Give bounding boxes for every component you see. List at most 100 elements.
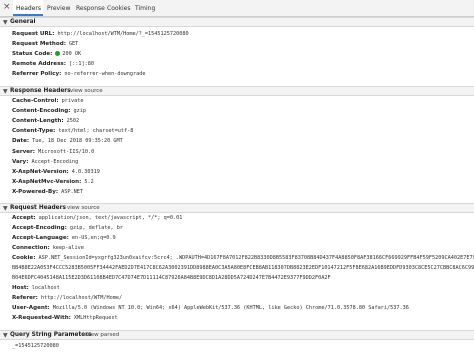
header-value: gzip, deflate, br: [69, 225, 123, 231]
caret-down-icon: ▼: [3, 205, 8, 212]
header-value: http://localhost/WTM/Home/: [40, 295, 123, 301]
tab-preview[interactable]: Preview: [47, 0, 70, 16]
header-name: Connection:: [12, 245, 50, 251]
header-name: Content-Length:: [12, 118, 64, 125]
request-header-row: Accept: application/json, text/javascript…: [12, 214, 182, 223]
header-value: B04E6DFC4045148A115E2D3D61108B4ED7C47D74…: [12, 275, 331, 281]
header-name: Referer:: [12, 295, 38, 301]
response-header-row: Content-Type: text/html; charset=utf-8: [12, 127, 133, 136]
header-name: Status Code:: [12, 50, 53, 57]
header-name: Host:: [12, 285, 29, 291]
header-name: User-Agent:: [12, 305, 50, 311]
request-headers-section-header[interactable]: ▼ Request Headers view source: [0, 203, 474, 213]
header-name: Request Method:: [12, 40, 66, 47]
header-value: GET: [68, 40, 79, 47]
request-header-row: Cookie: ASP.NET_SessionId=yxgrfg323un0xai…: [12, 254, 474, 263]
response-header-row: X-AspNet-Version: 4.0.30319: [12, 168, 100, 177]
response-header-row: Date: Tue, 18 Dec 2018 09:35:20 GMT: [12, 137, 123, 146]
header-value: ASP.NET_SessionId=yxgrfg323un0xaifcv:5cr…: [38, 255, 474, 261]
header-name: Content-Type:: [12, 128, 56, 135]
header-value: 5.2: [84, 178, 94, 185]
header-value: 4.0.30319: [71, 168, 100, 175]
header-value: Accept-Encoding: [31, 158, 79, 165]
header-value: private: [61, 98, 84, 104]
header-value: Tue, 18 Dec 2018 09:35:20 GMT: [32, 138, 123, 145]
tab-timing[interactable]: Timing: [135, 0, 155, 16]
header-value: XMLHttpRequest: [73, 315, 118, 321]
tab-cookies[interactable]: Cookies: [107, 0, 131, 16]
header-value: 2502: [66, 118, 80, 125]
query-header-row: _=1545125720080: [12, 342, 59, 351]
header-name: Accept-Encoding:: [12, 225, 67, 231]
response-header-row: Content-Length: 2502: [12, 117, 79, 126]
query-string-section-header[interactable]: ▼ Query String Parameters view parsed: [0, 330, 474, 340]
request-header-row: X-Requested-With: XMLHttpRequest: [12, 314, 118, 323]
header-value: localhost: [31, 285, 60, 291]
general-header-row: Referrer Policy: no-referrer-when-downgra…: [12, 70, 146, 79]
general-header-row: Request URL: http://localhost/WTM/Home/?_…: [12, 30, 189, 39]
response-header-row: Cache-Control: private: [12, 97, 84, 106]
caret-down-icon: ▼: [3, 88, 8, 95]
header-value: Mozilla/5.0 (Windows NT 10.0; Win64; x64…: [52, 305, 409, 311]
header-value: no-referrer-when-downgrade: [64, 70, 146, 77]
header-name: Content-Encoding:: [12, 108, 71, 115]
header-name: Date:: [12, 138, 30, 145]
header-name: Request URL:: [12, 31, 55, 37]
request-view-source-link[interactable]: view source: [67, 204, 100, 213]
header-name: Accept:: [12, 215, 36, 221]
header-name: Remote Address:: [12, 60, 66, 67]
request-header-row: Accept-Language: en-US,en;q=0.9: [12, 234, 116, 243]
request-header-row: B04E6DFC4045148A115E2D3D61108B4ED7C47D74…: [12, 274, 331, 283]
header-name: X-Requested-With:: [12, 315, 71, 321]
response-headers-section-header[interactable]: ▼ Response Headers view source: [0, 86, 474, 96]
tab-bar: × Headers Preview Response Cookies Timin…: [0, 0, 474, 17]
header-value: en-US,en;q=0.9: [71, 235, 116, 241]
request-header-row: BB4B8E22A053F4CCC5283B5005FF34442FAED2D7…: [12, 264, 474, 273]
request-header-row: Accept-Encoding: gzip, deflate, br: [12, 224, 123, 233]
header-value: [::1]:80: [68, 60, 94, 67]
response-view-source-link[interactable]: view source: [70, 87, 103, 96]
query-string-section-title: Query String Parameters: [10, 332, 92, 338]
general-header-row: Status Code: 200 OK: [12, 50, 81, 59]
header-name: Vary:: [12, 158, 29, 165]
tab-headers[interactable]: Headers: [13, 0, 43, 16]
header-value: keep-alive: [52, 245, 84, 251]
header-name: Cookie:: [12, 255, 36, 261]
general-header-row: Request Method: GET: [12, 40, 78, 49]
header-name: X-AspNet-Version:: [12, 168, 69, 175]
request-headers-section-title: Request Headers: [10, 205, 66, 211]
close-icon[interactable]: ×: [3, 3, 11, 12]
request-header-row: Host: localhost: [12, 284, 60, 293]
header-value: BB4B8E22A053F4CCC5283B5005FF34442FAED2D7…: [12, 265, 474, 271]
header-value: ASP.NET: [61, 188, 83, 195]
header-value: 200 OK: [62, 50, 82, 57]
header-value: application/json, text/javascript, */*; …: [38, 215, 183, 221]
header-name: Server:: [12, 148, 36, 155]
response-header-row: Content-Encoding: gzip: [12, 107, 86, 116]
request-header-row: User-Agent: Mozilla/5.0 (Windows NT 10.0;…: [12, 304, 409, 313]
header-name: Cache-Control:: [12, 98, 59, 104]
header-name: X-Powered-By:: [12, 188, 59, 195]
header-value: gzip: [73, 108, 86, 115]
response-header-row: Vary: Accept-Encoding: [12, 158, 78, 167]
status-ok-icon: [55, 50, 61, 56]
header-value: _=1545125720080: [12, 343, 59, 349]
tab-response[interactable]: Response: [76, 0, 105, 16]
general-header-row: Remote Address: [::1]:80: [12, 60, 94, 69]
request-header-row: Referer: http://localhost/WTM/Home/: [12, 294, 122, 303]
general-section-title: General: [10, 19, 36, 25]
header-value: http://localhost/WTM/Home/?_=15451257200…: [57, 31, 189, 37]
caret-down-icon: ▼: [3, 19, 8, 26]
request-header-row: Connection: keep-alive: [12, 244, 84, 253]
response-header-row: Server: Microsoft-IIS/10.0: [12, 148, 94, 157]
header-name: X-AspNetMvc-Version:: [12, 178, 82, 185]
response-header-row: X-Powered-By: ASP.NET: [12, 188, 83, 197]
caret-down-icon: ▼: [3, 332, 8, 339]
header-value: Microsoft-IIS/10.0: [38, 148, 95, 155]
general-section-header[interactable]: ▼ General: [0, 17, 474, 27]
response-header-row: X-AspNetMvc-Version: 5.2: [12, 178, 94, 187]
header-name: Referrer Policy:: [12, 70, 62, 77]
header-value: text/html; charset=utf-8: [58, 128, 134, 135]
response-headers-section-title: Response Headers: [10, 88, 71, 94]
query-view-parsed-link[interactable]: view parsed: [86, 331, 119, 340]
